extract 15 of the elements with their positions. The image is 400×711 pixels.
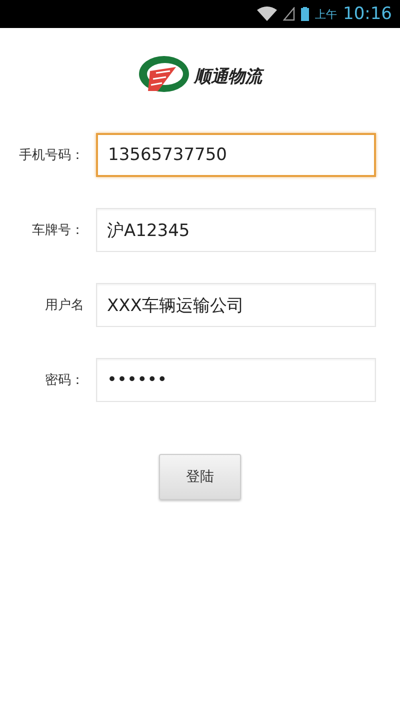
input-field[interactable]: ••••••: [96, 358, 376, 402]
logo-text: 顺通物流: [194, 64, 262, 88]
battery-icon: [301, 7, 309, 21]
wifi-icon: [257, 6, 277, 22]
input-field[interactable]: 沪A12345: [96, 208, 376, 252]
input-field[interactable]: 13565737750: [96, 133, 376, 177]
field-label: 用户名: [44, 297, 85, 314]
field-label: 车牌号：: [31, 222, 85, 239]
clock-time: 10:16: [343, 4, 392, 24]
input-field[interactable]: XXX车辆运输公司: [96, 283, 376, 327]
time-period: 上午: [315, 6, 337, 22]
login-button[interactable]: 登陆: [159, 454, 241, 500]
signal-icon: [283, 7, 295, 21]
field-label: 手机号码：: [18, 147, 85, 164]
field-label: 密码：: [44, 372, 85, 389]
